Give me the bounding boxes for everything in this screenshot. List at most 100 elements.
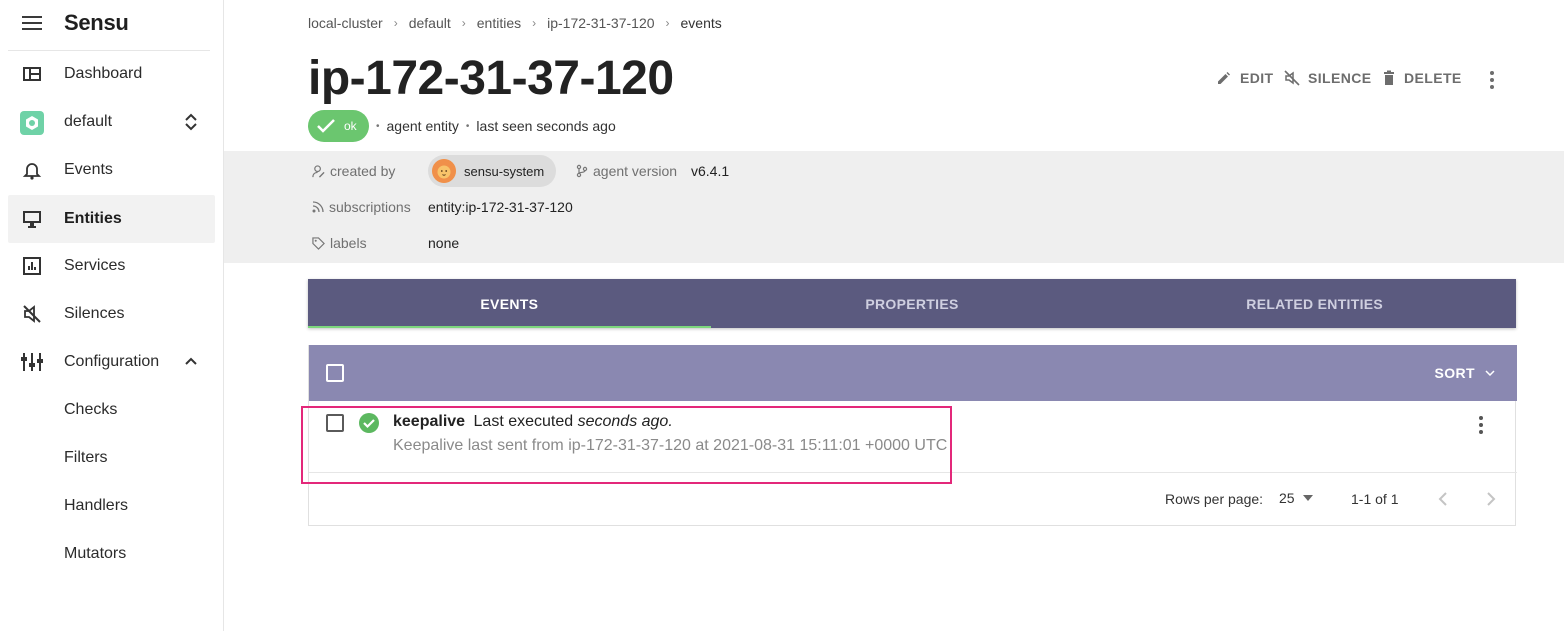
page-title: ip-172-31-37-120 xyxy=(308,52,674,105)
breadcrumb: local-cluster › default › entities › ip-… xyxy=(308,15,722,31)
user-chip[interactable]: sensu-system xyxy=(428,155,557,187)
namespace-switcher[interactable]: default xyxy=(8,98,215,146)
dashboard-icon xyxy=(23,67,41,81)
sidebar-item-label: Dashboard xyxy=(64,65,143,82)
events-list: SORT keepalive Last executed seconds ago… xyxy=(308,345,1517,526)
sidebar-item-label: Handlers xyxy=(64,497,129,514)
more-vert-icon[interactable] xyxy=(1473,415,1489,435)
separator-dot: • xyxy=(376,120,380,132)
sort-label: SORT xyxy=(1434,365,1475,381)
subscriptions-label: subscriptions xyxy=(329,199,411,215)
more-vert-icon[interactable] xyxy=(1484,70,1500,90)
sidebar-item-label: Services xyxy=(64,257,126,274)
sidebar-item-entities[interactable]: Entities xyxy=(8,195,215,243)
created-by-label: created by xyxy=(330,163,396,179)
chevron-right-icon[interactable] xyxy=(1481,487,1501,511)
sidebar: Sensu Dashboard default Events Entities … xyxy=(0,0,224,631)
tab-related-entities[interactable]: RELATED ENTITIES xyxy=(1113,279,1516,328)
breadcrumb-separator: › xyxy=(393,16,398,30)
chart-icon xyxy=(23,257,41,275)
sidebar-item-checks[interactable]: Checks xyxy=(8,386,215,434)
entity-status-row: ok • agent entity • last seen seconds ag… xyxy=(308,110,616,142)
check-name[interactable]: keepalive xyxy=(393,413,465,430)
sidebar-item-handlers[interactable]: Handlers xyxy=(8,482,215,530)
breadcrumb-namespace[interactable]: default xyxy=(409,15,451,31)
caret-down-icon xyxy=(1302,495,1313,501)
silence-button[interactable]: SILENCE xyxy=(1284,70,1371,86)
sort-button[interactable]: SORT xyxy=(1435,365,1496,381)
silence-label: SILENCE xyxy=(1308,70,1372,86)
sidebar-item-filters[interactable]: Filters xyxy=(8,434,215,482)
subscriptions-row: subscriptions entity:ip-172-31-37-120 xyxy=(312,199,573,215)
created-by-key: created by xyxy=(312,163,395,179)
edit-button[interactable]: EDIT xyxy=(1216,70,1274,86)
unfold-icon xyxy=(185,113,197,131)
lion-avatar-icon xyxy=(432,159,456,183)
menu-icon[interactable] xyxy=(22,16,42,30)
monitor-icon xyxy=(23,211,41,228)
chevron-left-icon[interactable] xyxy=(1433,487,1453,511)
breadcrumb-entities[interactable]: entities xyxy=(477,15,521,31)
sidebar-item-label: Events xyxy=(64,161,113,178)
tab-events[interactable]: EVENTS xyxy=(308,279,711,328)
last-seen: last seen seconds ago xyxy=(476,118,616,134)
sidebar-item-events[interactable]: Events xyxy=(8,146,215,194)
rows-per-page-select[interactable]: 25 xyxy=(1279,490,1313,506)
rows-per-page-label: Rows per page: xyxy=(1165,491,1264,507)
select-all-checkbox[interactable] xyxy=(326,364,344,382)
branch-icon xyxy=(576,164,588,178)
avatar xyxy=(432,159,456,183)
sidebar-item-mutators[interactable]: Mutators xyxy=(8,530,215,578)
silence-icon xyxy=(1284,70,1300,86)
status-text: ok xyxy=(344,119,357,133)
separator-dot: • xyxy=(465,120,470,132)
check-circle-icon xyxy=(359,413,379,433)
sidebar-item-services[interactable]: Services xyxy=(8,242,215,290)
sidebar-item-dashboard[interactable]: Dashboard xyxy=(8,50,215,98)
labels-value: none xyxy=(428,235,460,251)
event-summary-text: Last executed xyxy=(473,413,574,430)
sidebar-item-configuration[interactable]: Configuration xyxy=(8,338,215,386)
delete-button[interactable]: DELETE xyxy=(1382,70,1462,86)
chevron-down-icon xyxy=(1485,370,1495,376)
breadcrumb-cluster[interactable]: local-cluster xyxy=(308,15,383,31)
created-by-row: created by sensu-system agent version v6… xyxy=(312,151,912,191)
sidebar-item-label: Entities xyxy=(64,210,122,227)
agent-version-label: agent version xyxy=(593,163,678,179)
event-summary: keepalive Last executed seconds ago. xyxy=(393,413,673,431)
tab-properties[interactable]: PROPERTIES xyxy=(711,279,1114,328)
breadcrumb-separator: › xyxy=(461,16,466,30)
event-summary-emphasis: seconds ago. xyxy=(577,413,673,430)
agent-version-key: agent version xyxy=(576,163,677,179)
breadcrumb-entity[interactable]: ip-172-31-37-120 xyxy=(547,15,654,31)
breadcrumb-separator: › xyxy=(532,16,537,30)
list-item[interactable]: keepalive Last executed seconds ago. Kee… xyxy=(309,401,1517,473)
labels-row: labels none xyxy=(312,235,459,251)
event-output: Keepalive last sent from ip-172-31-37-12… xyxy=(393,437,948,454)
namespace-icon xyxy=(20,111,44,135)
tag-icon xyxy=(312,236,325,250)
subscriptions-key: subscriptions xyxy=(312,199,428,215)
status-badge: ok xyxy=(308,110,369,142)
sidebar-item-label: Filters xyxy=(64,449,108,466)
brand-bar: Sensu xyxy=(0,0,224,48)
pagination: Rows per page: 25 1-1 of 1 xyxy=(309,473,1517,525)
created-by-value: sensu-system xyxy=(464,163,545,179)
app-logo-text: Sensu xyxy=(64,10,129,35)
row-checkbox[interactable] xyxy=(326,414,344,432)
breadcrumb-separator: › xyxy=(665,16,670,30)
sidebar-item-label: Mutators xyxy=(64,545,127,562)
subscriptions-value: entity:ip-172-31-37-120 xyxy=(428,199,573,215)
namespace-label: default xyxy=(64,113,113,130)
sidebar-item-label: Configuration xyxy=(64,353,160,370)
entity-tabs: EVENTS PROPERTIES RELATED ENTITIES xyxy=(308,279,1516,328)
sidebar-item-silences[interactable]: Silences xyxy=(8,290,215,338)
check-icon xyxy=(317,119,335,133)
rss-icon xyxy=(312,201,324,213)
entity-details-panel: created by sensu-system agent version v6… xyxy=(224,151,1564,263)
edit-label: EDIT xyxy=(1240,70,1274,86)
pagination-range: 1-1 of 1 xyxy=(1351,491,1399,507)
rows-per-page-value: 25 xyxy=(1279,490,1295,506)
pencil-icon xyxy=(1218,72,1230,84)
chevron-up-icon xyxy=(185,357,197,365)
